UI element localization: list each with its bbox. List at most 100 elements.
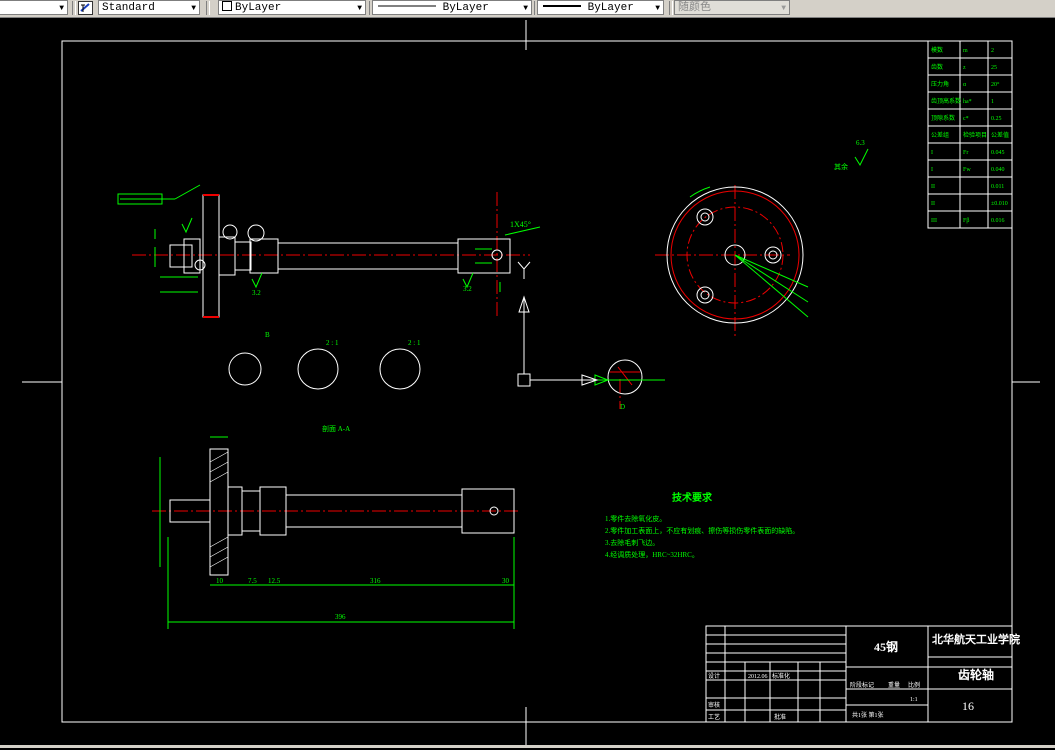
linetype-sample-icon — [378, 5, 436, 7]
ucs-icon — [517, 261, 599, 387]
cad-drawing[interactable]: 3.2 3.2 6.3 其余 1X45° B 2 : 1 2 : 1 D 剖面 … — [0, 17, 1055, 746]
color-swatch-icon — [222, 1, 232, 11]
parameter-table-rows: 模数 m 2 齿数 z 25 压力角 α 20° 齿顶高系数 ha* 1 顶隙系数 c* 0.25 公差组 检验… — [928, 46, 1012, 224]
gear-teeth-marks — [203, 194, 219, 318]
parameter-table-cell: 齿数 — [931, 63, 943, 71]
ra-label-2: 3.2 — [463, 285, 472, 293]
parameter-table-cell: 顶隙系数 — [931, 114, 955, 122]
parameter-table-cell: 0.011 — [991, 184, 1004, 190]
chevron-down-icon: ▼ — [781, 4, 786, 13]
title-weight-label: 重量 — [888, 681, 900, 689]
parameter-table-cell: z — [963, 65, 966, 71]
dim-total-length: 396 — [335, 613, 346, 621]
parameter-table-cell: 公差值 — [991, 131, 1009, 139]
title-material: 45钢 — [874, 639, 898, 654]
chevron-down-icon: ▼ — [59, 4, 64, 13]
lineweight-dropdown[interactable]: ByLayer ▼ — [537, 0, 664, 15]
centerlines — [132, 185, 790, 512]
linetype-value: ByLayer — [442, 2, 489, 14]
chamfer-label: 1X45° — [510, 220, 531, 229]
ra-label-3: 6.3 — [856, 139, 865, 147]
title-std-label: 标准化 — [772, 672, 790, 680]
parameter-table-cell: 25 — [991, 65, 997, 71]
gear-hatch — [209, 451, 229, 568]
toolbar-separator — [669, 1, 673, 15]
title-design-label: 设计 — [708, 672, 720, 680]
parameter-table-cell: ±0.010 — [991, 201, 1008, 207]
tech-req-line: 4.经调质处理，HRC~32HRC。 — [605, 550, 699, 559]
parameter-table-cell: α — [963, 82, 967, 88]
parameter-table-cell: m — [963, 48, 968, 54]
title-part-name: 齿轮轴 — [958, 667, 994, 682]
dim-a: 10 — [216, 577, 224, 585]
drawing-frame — [61, 40, 1013, 723]
parameter-table-cell: I — [931, 167, 933, 173]
parameter-table-cell: 0.25 — [991, 116, 1002, 122]
toolbar-separator — [72, 1, 76, 15]
tech-req-line: 2.零件加工表面上，不应有划痕、擦伤等损伤零件表面的缺陷。 — [605, 526, 799, 535]
parameter-table-cell: Fr — [963, 150, 968, 156]
parameter-table-cell: ha* — [963, 99, 972, 105]
parameter-table-cell: Fβ — [963, 218, 969, 224]
title-approve-label: 批准 — [774, 713, 786, 721]
text-style-icon[interactable] — [78, 1, 93, 15]
text-style-dropdown[interactable]: Standard ▼ — [98, 0, 200, 15]
lineweight-sample-icon — [543, 5, 581, 7]
parameter-table-cell: c* — [963, 116, 969, 122]
chevron-down-icon: ▼ — [523, 4, 528, 13]
linetype-dropdown[interactable]: ByLayer ▼ — [372, 0, 532, 15]
parameter-table-cell: 0.040 — [991, 167, 1005, 173]
color-value: ByLayer — [235, 2, 282, 14]
parameter-table-cell: I — [931, 150, 933, 156]
section-aa-label: 剖面 A-A — [322, 424, 350, 433]
parameter-table-cell: 压力角 — [931, 80, 949, 88]
layer-dropdown-tail[interactable]: ▼ — [0, 0, 68, 15]
detail-views — [228, 348, 665, 395]
other-ra-label: 其余 — [834, 162, 848, 171]
parameter-table-cell: 0.016 — [991, 218, 1005, 224]
title-process-label: 工艺 — [708, 713, 720, 721]
toolbar-separator — [206, 1, 210, 15]
parameter-table-cell: 20° — [991, 81, 1000, 88]
detail-scale-1: 2 : 1 — [326, 339, 339, 347]
dim-c: 12.5 — [268, 577, 281, 585]
lineweight-value: ByLayer — [587, 2, 634, 14]
plotstyle-dropdown: 随颜色 ▼ — [674, 0, 790, 15]
title-drawing-no: 16 — [962, 699, 974, 713]
ra-label-1: 3.2 — [252, 289, 261, 297]
color-dropdown[interactable]: ByLayer ▼ — [218, 0, 366, 15]
bottom-dimensions — [159, 436, 515, 629]
title-review-label: 审核 — [708, 701, 720, 709]
parameter-table-cell: 0.045 — [991, 150, 1005, 156]
title-scale-label: 比例 — [908, 681, 920, 689]
crosshair-cursor — [22, 20, 1040, 746]
parameter-table-cell: 检验项目 — [963, 131, 987, 139]
chevron-down-icon: ▼ — [191, 4, 196, 13]
parameter-table-cell: II — [931, 184, 935, 190]
text-style-value: Standard — [102, 2, 155, 14]
dim-e: 30 — [502, 577, 510, 585]
title-stage-label: 阶段标记 — [850, 681, 874, 689]
shaft-front-view — [169, 194, 511, 318]
detail-d-label: D — [620, 403, 625, 411]
parameter-table-cell: II — [931, 201, 935, 207]
title-scale-value: 1:1 — [910, 697, 918, 703]
detail-b-label: B — [265, 331, 270, 339]
tech-req-title: 技术要求 — [672, 491, 713, 504]
tech-req-line: 1.零件去除氧化皮。 — [605, 514, 666, 523]
detail-scale-2: 2 : 1 — [408, 339, 421, 347]
parameter-table-cell: III — [931, 218, 937, 224]
parameter-table-cell: 1 — [991, 99, 994, 105]
shaft-bottom-view — [169, 448, 515, 576]
chevron-down-icon: ▼ — [655, 4, 660, 13]
chevron-down-icon: ▼ — [357, 4, 362, 13]
title-sheet-info: 共1张 第1张 — [852, 711, 884, 719]
properties-toolbar: ▼ Standard ▼ ByLayer ▼ ByLayer ▼ ByLayer ▼ 随… — [0, 0, 1055, 18]
dim-b: 7.5 — [248, 577, 257, 585]
drawing-canvas[interactable]: 3.2 3.2 6.3 其余 1X45° B 2 : 1 2 : 1 D 剖面 … — [0, 17, 1055, 746]
plotstyle-value: 随颜色 — [678, 2, 711, 14]
parameter-table-cell: Fw — [963, 167, 971, 173]
parameter-table-cell: 公差组 — [931, 131, 949, 139]
parameter-table-cell: 齿顶高系数 — [931, 97, 961, 105]
title-school: 北华航天工业学院 — [932, 632, 1020, 646]
